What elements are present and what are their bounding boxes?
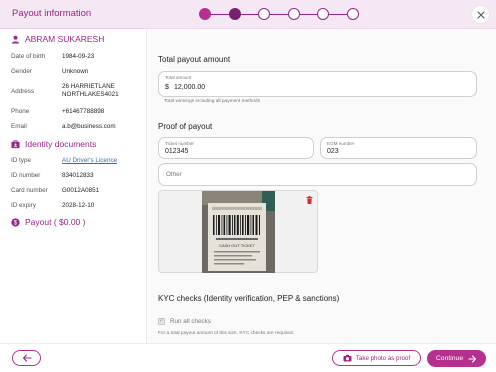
customer-name-heading: ABRAM SUKARESH [11,34,104,44]
step-4-indicator [287,8,300,20]
kyc-heading: KYC checks (Identity verification, PEP &… [158,294,340,303]
dollar-circle-icon: $ [11,217,20,226]
currency-symbol: $ [165,84,169,91]
dob-label: Date of birth [11,53,46,60]
ticket-number-value: 012345 [165,148,189,155]
address-value: 26 HARRIETLANE NORTHLAKES4021 [62,83,119,98]
page-title: Payout information [12,8,92,19]
stepper-line [205,13,353,15]
payout-form-panel: Total payout amount Total amount $ 12,00… [148,29,496,343]
other-field[interactable]: Other [158,163,477,186]
total-amount-field[interactable]: Total amount $ 12,000.00 [158,71,477,97]
dob-value: 1984-09-23 [62,53,95,60]
customer-name: ABRAM SUKARESH [25,34,105,44]
egm-number-field[interactable]: EGM number 023 [320,137,477,159]
person-icon [11,35,20,44]
take-photo-button[interactable]: Take photo as proof [332,350,421,366]
id-number-label: ID number [11,172,41,179]
header-bar: Payout information [0,0,496,29]
step-6-indicator [346,8,359,20]
ticket-number-field[interactable]: Ticket number 012345 [158,137,314,159]
run-all-checks-label: Run all checks [170,318,211,325]
total-amount-label: Total amount [165,75,192,80]
identity-documents-title: Identity documents [25,139,97,149]
egm-number-value: 023 [327,148,339,155]
other-placeholder: Other [166,171,182,178]
total-amount-hint: Total winnings including all payment met… [164,99,260,104]
close-button[interactable] [471,5,490,24]
ticket-number-label: Ticket number [165,141,194,146]
id-card-icon [11,139,20,148]
payout-title: Payout ( $0.00 ) [25,217,86,227]
step-3-indicator [258,8,270,20]
gender-value: Unknown [62,68,89,75]
footer-bar: Take photo as proof Continue [0,343,496,372]
arrow-left-icon [22,354,32,362]
total-amount-value: 12,000.00 [174,84,206,91]
step-1-indicator [199,8,211,20]
gender-label: Gender [11,68,33,75]
phone-label: Phone [11,108,30,115]
delete-photo-icon[interactable] [306,196,313,204]
kyc-note: For a total payout amount of this size, … [158,331,294,336]
run-all-checks-checkbox[interactable]: ✓ [158,318,165,325]
step-2-indicator [228,8,241,20]
customer-details-panel: ABRAM SUKARESH Date of birth 1984-09-23 … [0,29,147,343]
id-expiry-value: 2028-12-10 [62,202,95,209]
continue-button[interactable]: Continue [427,350,486,367]
payout-heading: $ Payout ( $0.00 ) [11,217,85,227]
id-expiry-label: ID expiry [11,202,36,209]
proof-photo-container: CASH OUT TICKET [158,190,318,273]
card-number-label: Card number [11,187,48,194]
identity-documents-heading: Identity documents [11,139,96,149]
progress-stepper [199,8,359,20]
camera-icon [343,354,352,362]
close-icon [476,10,485,19]
back-button[interactable] [12,350,41,366]
continue-label: Continue [435,355,464,362]
arrow-right-icon [468,354,477,363]
step-5-indicator [317,8,329,20]
card-number-value: G0012A0851 [62,187,100,194]
id-type-label: ID type [11,157,31,164]
email-label: Email [11,123,27,130]
phone-value: +61467788898 [62,108,105,115]
total-payout-heading: Total payout amount [158,55,231,64]
id-number-value: 834012833 [62,172,94,179]
proof-of-payout-heading: Proof of payout [158,122,213,131]
address-label: Address [11,88,35,95]
egm-number-label: EGM number [327,141,355,146]
take-photo-label: Take photo as proof [355,354,411,362]
id-type-link[interactable]: AU Driver's Licence [62,157,117,165]
email-value: a.b@business.com [62,123,116,130]
ticket-caption: CASH OUT TICKET [219,243,255,248]
proof-photo: CASH OUT TICKET [202,191,275,273]
